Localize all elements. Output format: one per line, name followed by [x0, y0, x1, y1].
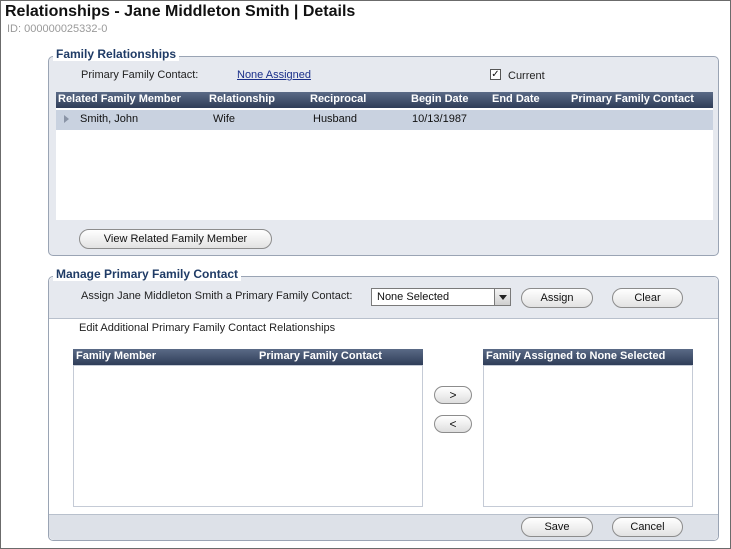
save-button[interactable]: Save: [521, 517, 593, 537]
record-id: ID: 000000025332-0: [7, 23, 108, 35]
view-related-family-member-button[interactable]: View Related Family Member: [79, 229, 272, 249]
manage-contact-divider: [49, 318, 718, 319]
col-primary-family-contact-2[interactable]: Primary Family Contact: [259, 350, 382, 362]
family-member-grid-header: Family Member Primary Family Contact: [73, 349, 423, 365]
cell-begin-date: 10/13/1987: [412, 113, 468, 125]
assigned-grid-header: Family Assigned to None Selected: [483, 349, 693, 365]
dropdown-arrow[interactable]: [494, 289, 510, 305]
family-member-list[interactable]: [73, 365, 423, 507]
row-expand-icon[interactable]: [64, 115, 69, 123]
manage-contact-title: Manage Primary Family Contact: [53, 267, 242, 281]
cell-member: Smith, John: [80, 113, 139, 125]
col-family-assigned[interactable]: Family Assigned to None Selected: [486, 350, 665, 362]
cell-reciprocal: Husband: [313, 113, 358, 125]
col-relationship[interactable]: Relationship: [209, 93, 275, 105]
primary-contact-select[interactable]: None Selected: [371, 288, 511, 306]
check-mark-icon: ✓: [491, 69, 500, 80]
col-begin-date[interactable]: Begin Date: [411, 93, 468, 105]
current-checkbox[interactable]: ✓: [490, 69, 501, 80]
cancel-button[interactable]: Cancel: [612, 517, 683, 537]
assign-button[interactable]: Assign: [521, 288, 593, 308]
cell-relationship: Wife: [213, 113, 235, 125]
primary-contact-link[interactable]: None Assigned: [237, 69, 311, 81]
assigned-family-list[interactable]: [483, 365, 693, 507]
table-row[interactable]: Smith, John Wife Husband 10/13/1987: [56, 110, 713, 130]
clear-button[interactable]: Clear: [612, 288, 683, 308]
col-reciprocal[interactable]: Reciprocal: [310, 93, 366, 105]
primary-contact-select-value: None Selected: [377, 291, 450, 303]
edit-relationships-label: Edit Additional Primary Family Contact R…: [79, 322, 336, 334]
col-primary-family-contact[interactable]: Primary Family Contact: [571, 93, 694, 105]
primary-contact-label: Primary Family Contact:: [81, 69, 199, 81]
col-family-member[interactable]: Family Member: [76, 350, 156, 362]
col-end-date[interactable]: End Date: [492, 93, 540, 105]
relationships-grid-header: Related Family Member Relationship Recip…: [56, 92, 713, 108]
details-window: Relationships - Jane Middleton Smith | D…: [0, 0, 731, 549]
move-right-button[interactable]: >: [434, 386, 472, 404]
family-relationships-title: Family Relationships: [53, 47, 180, 61]
chevron-down-icon: [499, 295, 507, 300]
current-label: Current: [508, 70, 545, 82]
col-related-family-member[interactable]: Related Family Member: [58, 93, 181, 105]
move-left-button[interactable]: <: [434, 415, 472, 433]
page-title: Relationships - Jane Middleton Smith | D…: [5, 3, 356, 20]
assign-contact-label: Assign Jane Middleton Smith a Primary Fa…: [81, 290, 353, 302]
